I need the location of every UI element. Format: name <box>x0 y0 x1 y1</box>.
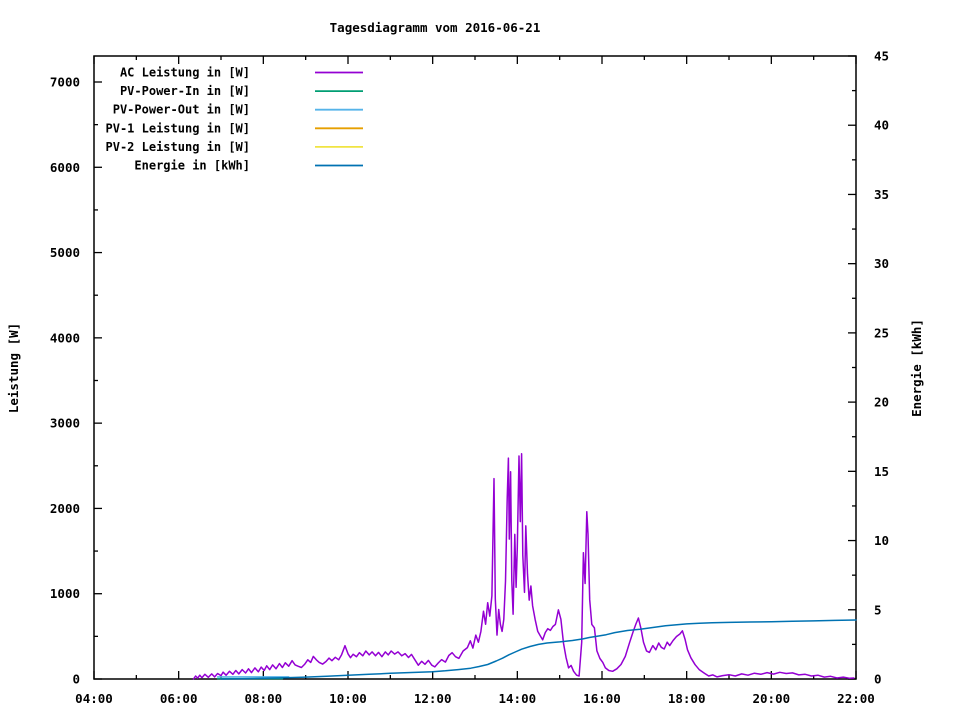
y-right-tick-label: 30 <box>874 256 889 271</box>
series-line-energie-in-kwh- <box>220 619 857 680</box>
y-left-axis-label: Leistung [W] <box>6 323 21 413</box>
legend-label: PV-Power-In in [W] <box>120 84 250 98</box>
x-tick-label: 04:00 <box>75 691 113 706</box>
y-right-tick-label: 40 <box>874 118 889 133</box>
plot-layer: 04:00 06:00 08:00 10:00 12:00 14:00 16:00 18:00… <box>50 49 889 707</box>
y-right-axis-label: Energie [kWh] <box>909 319 924 417</box>
y-right-tick-label: 10 <box>874 533 889 548</box>
x-tick-label: 06:00 <box>160 691 198 706</box>
x-tick-label: 20:00 <box>753 691 791 706</box>
y-right-tick-label: 15 <box>874 464 889 479</box>
y-left-tick-label: 3000 <box>50 416 80 431</box>
x-tick-label: 18:00 <box>668 691 706 706</box>
x-tick-label: 14:00 <box>499 691 537 706</box>
legend-label: Energie in [kWh] <box>134 159 250 173</box>
x-tick-label: 12:00 <box>414 691 452 706</box>
y-right-tick-label: 35 <box>874 187 889 202</box>
y-left-tick-label: 4000 <box>50 330 80 345</box>
legend-label: PV-1 Leistung in [W] <box>106 121 251 135</box>
series-line-ac-leistung-in-w- <box>192 453 855 680</box>
y-right-tick-label: 45 <box>874 49 889 64</box>
legend-label: PV-Power-Out in [W] <box>113 103 250 117</box>
y-right-tick-label: 25 <box>874 325 889 340</box>
x-tick-label: 22:00 <box>837 691 875 706</box>
chart-title: Tagesdiagramm vom 2016-06-21 <box>330 20 541 35</box>
y-left-tick-label: 7000 <box>50 75 80 90</box>
y-left-tick-label: 2000 <box>50 501 80 516</box>
y-left-tick-label: 1000 <box>50 586 80 601</box>
chart-canvas: Tagesdiagramm vom 2016-06-21 Leistung [W… <box>6 20 924 707</box>
chart-page: Tagesdiagramm vom 2016-06-21 Leistung [W… <box>0 0 960 720</box>
x-tick-label: 08:00 <box>245 691 283 706</box>
x-tick-label: 16:00 <box>583 691 621 706</box>
legend-label: AC Leistung in [W] <box>120 66 250 80</box>
y-right-tick-label: 5 <box>874 602 882 617</box>
y-left-tick-label: 6000 <box>50 160 80 175</box>
y-right-tick-label: 20 <box>874 395 889 410</box>
y-right-tick-label: 0 <box>874 672 882 687</box>
y-left-tick-label: 5000 <box>50 245 80 260</box>
x-tick-label: 10:00 <box>329 691 367 706</box>
y-left-tick-label: 0 <box>72 672 80 687</box>
legend-label: PV-2 Leistung in [W] <box>106 140 251 154</box>
